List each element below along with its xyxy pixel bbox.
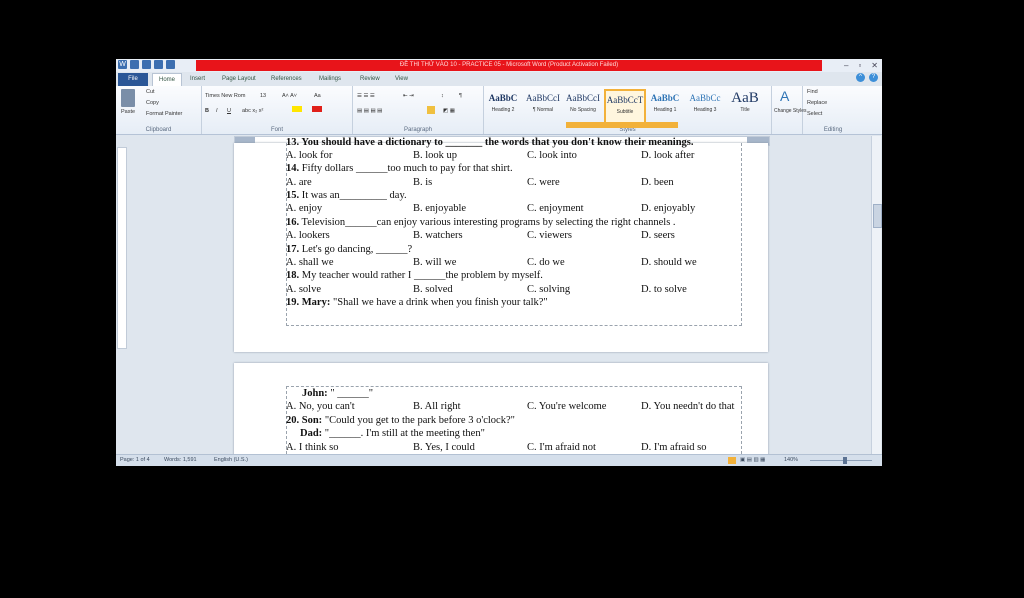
question-13-text: 13. You should have a dictionary to ____… (286, 137, 694, 148)
align-icons[interactable]: ▤ ▤ ▤ ▤ (357, 108, 382, 114)
restore-icon[interactable]: ▫ (858, 60, 861, 71)
font-grow-icon[interactable]: A˄ A˅ (282, 93, 297, 99)
minimize-icon[interactable]: – (844, 60, 848, 71)
tab-review[interactable]: Review (360, 74, 380, 85)
question-20: 20. Son: "Could you get to the park befo… (286, 415, 515, 426)
scrollbar-thumb[interactable] (873, 204, 882, 228)
title-highlight: ĐỀ THI THỬ VÀO 10 - PRACTICE 05 - Micros… (196, 60, 822, 71)
question-16: 16. Television______can enjoy various in… (286, 217, 676, 228)
close-icon[interactable]: ✕ (871, 60, 878, 71)
zoom-slider[interactable] (810, 460, 872, 461)
word-window: W ĐỀ THI THỬ VÀO 10 - PRACTICE 05 - Micr… (116, 59, 882, 466)
style-heading-3[interactable]: AaBbCc Heading 3 (686, 89, 724, 121)
tab-view[interactable]: View (395, 74, 408, 85)
question-17: 17. Let's go dancing, ______? (286, 244, 413, 255)
tab-references[interactable]: References (271, 74, 302, 85)
indent-icon[interactable]: ⇤ ⇥ (403, 93, 414, 99)
strikethrough-icon[interactable]: abc x₂ x² (242, 108, 263, 114)
font-group: Times New Rom 13 A˄ A˅ Aa B I U abc x₂ x… (202, 86, 353, 134)
save-as-icon[interactable] (142, 60, 151, 69)
tab-page-layout[interactable]: Page Layout (222, 74, 256, 85)
document-page-2[interactable]: John: " ______" A. No, you can't B. All … (234, 363, 768, 464)
vertical-ruler[interactable] (117, 147, 127, 349)
underline-icon[interactable]: U (227, 108, 231, 114)
help-area: ^ ? (856, 73, 878, 82)
dialogue-john: John: " ______" (302, 388, 374, 399)
style-gallery-highlight (566, 122, 678, 128)
sort-icon[interactable]: ↕ (441, 93, 444, 99)
style-title[interactable]: AaB Title (726, 89, 764, 121)
help-icon[interactable]: ? (869, 73, 878, 82)
ribbon: Paste Cut Copy Format Painter Clipboard … (116, 86, 882, 135)
word-count[interactable]: Words: 1,591 (164, 457, 197, 463)
font-size-select[interactable]: 13 (260, 93, 266, 99)
style-normal[interactable]: AaBbCcI ¶ Normal (524, 89, 562, 121)
tab-mailings[interactable]: Mailings (319, 74, 341, 85)
group-label: Paragraph (403, 127, 433, 133)
format-painter-button[interactable]: Format Painter (146, 111, 182, 117)
highlight-icon[interactable] (292, 106, 302, 112)
paragraph-group: ☰ ☰ ☰ ⇤ ⇥ ↕ ¶ ▤ ▤ ▤ ▤ ◩ ▦ Paragraph (353, 86, 484, 134)
group-label: Clipboard (145, 127, 172, 133)
justify-icon[interactable] (427, 106, 435, 114)
redo-icon[interactable] (166, 60, 175, 69)
question-15: 15. It was an_________ day. (286, 190, 407, 201)
style-subtitle[interactable]: AaBbCcT Subtitle (604, 89, 646, 125)
show-marks-icon[interactable]: ¶ (459, 93, 462, 99)
paste-label: Paste (121, 109, 136, 115)
cut-button[interactable]: Cut (146, 89, 155, 95)
style-heading-1[interactable]: AaBbC Heading 1 (646, 89, 684, 121)
question-19: 19. Mary: "Shall we have a drink when yo… (286, 297, 548, 308)
find-button[interactable]: Find (807, 89, 818, 95)
word-logo-icon: W (118, 60, 127, 69)
style-heading-2[interactable]: AaBbC Heading 2 (484, 89, 522, 121)
copy-button[interactable]: Copy (146, 100, 159, 106)
save-icon[interactable] (130, 60, 139, 69)
change-case-icon[interactable]: Aa (314, 93, 321, 99)
font-color-icon[interactable] (312, 106, 322, 112)
ribbon-collapse-icon[interactable]: ^ (856, 73, 865, 82)
tab-insert[interactable]: Insert (190, 74, 205, 85)
document-page-1[interactable]: 13. You should have a dictionary to ____… (234, 137, 768, 352)
vertical-scrollbar[interactable] (871, 136, 882, 454)
change-styles-group: A Change Styles (772, 86, 807, 134)
paste-icon[interactable] (121, 89, 135, 107)
question-14: 14. Fifty dollars ______too much to pay … (286, 163, 513, 174)
style-no-spacing[interactable]: AaBbCcI No Spacing (564, 89, 602, 121)
tab-home[interactable]: Home (152, 73, 182, 86)
quick-access-toolbar: W (118, 60, 175, 69)
group-label: Font (270, 127, 283, 133)
title-bar: W ĐỀ THI THỬ VÀO 10 - PRACTICE 05 - Micr… (116, 59, 882, 72)
shading-icon[interactable]: ◩ ▦ (443, 108, 455, 114)
view-mode-icons[interactable]: ▣ ▤ ▥ ▦ (740, 457, 765, 463)
window-controls: – ▫ ✕ (844, 60, 878, 71)
replace-button[interactable]: Replace (807, 100, 827, 106)
undo-icon[interactable] (154, 60, 163, 69)
bold-icon[interactable]: B (205, 108, 209, 114)
change-styles-icon[interactable]: A (780, 88, 789, 104)
font-name-select[interactable]: Times New Rom (205, 93, 245, 99)
tab-file[interactable]: File (118, 73, 148, 86)
change-styles-button[interactable]: Change Styles (774, 108, 807, 114)
clipboard-group: Paste Cut Copy Format Painter Clipboard (116, 86, 202, 134)
group-label: Editing (823, 127, 843, 133)
question-18: 18. My teacher would rather I ______the … (286, 270, 543, 281)
bullets-icon[interactable]: ☰ ☰ ☰ (357, 93, 375, 99)
select-button[interactable]: Select (807, 111, 822, 117)
print-layout-icon[interactable] (728, 457, 736, 464)
ribbon-tabs: File Home Insert Page Layout References … (116, 72, 882, 86)
dialogue-dad: Dad: "______. I'm still at the meeting t… (300, 428, 485, 439)
editing-group: Find Replace Select Editing (803, 86, 863, 134)
page-count[interactable]: Page: 1 of 4 (120, 457, 150, 463)
zoom-slider-knob[interactable] (843, 457, 847, 464)
language-indicator[interactable]: English (U.S.) (214, 457, 248, 463)
zoom-level[interactable]: 140% (784, 457, 798, 463)
italic-icon[interactable]: I (216, 108, 218, 114)
window-title: ĐỀ THI THỬ VÀO 10 - PRACTICE 05 - Micros… (399, 62, 619, 68)
status-bar: Page: 1 of 4 Words: 1,591 English (U.S.)… (116, 454, 882, 466)
